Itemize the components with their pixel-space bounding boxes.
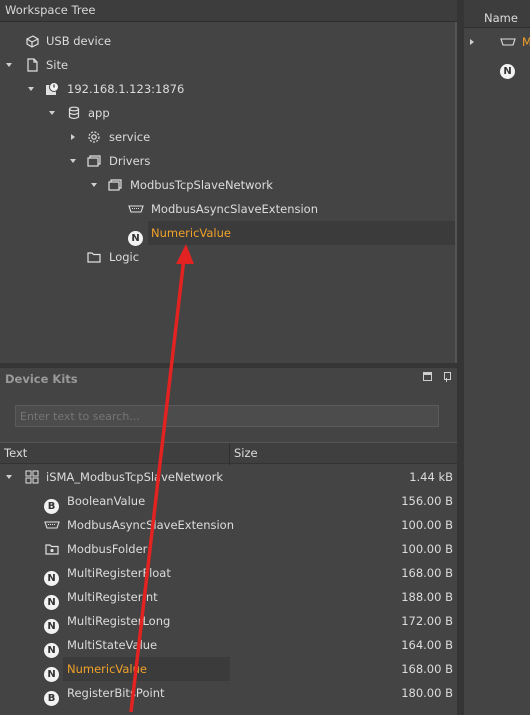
folder-icon: [86, 249, 102, 265]
kit-item-multi-register-float[interactable]: N MultiRegisterFloat 168.00 B: [0, 561, 457, 586]
chevron-down-icon[interactable]: [6, 63, 12, 67]
boolean-badge-icon: B: [44, 685, 60, 706]
workspace-tree-header: Workspace Tree: [0, 0, 457, 22]
tree-item-label: Site: [46, 58, 69, 72]
kit-item-label: MultiRegisterLong: [67, 614, 171, 628]
tree-item-logic[interactable]: Logic: [0, 245, 455, 269]
property-panel: Name M N: [464, 0, 530, 715]
kit-item-label: BooleanValue: [67, 494, 146, 508]
kit-item-label: NumericValue: [63, 657, 230, 681]
kit-item-size: 172.00 B: [401, 614, 453, 628]
size-column-header[interactable]: Size: [229, 443, 258, 465]
chevron-right-icon[interactable]: [71, 134, 75, 140]
tree-item-label: service: [109, 130, 151, 144]
kit-item-multi-register-int[interactable]: N MultiRegisterInt 188.00 B: [0, 585, 457, 610]
tree-item-service[interactable]: service: [0, 125, 455, 149]
tree-item-app[interactable]: app: [0, 101, 455, 125]
tree-item-label: NumericValue: [148, 221, 455, 245]
tree-item-label: ModbusAsyncSlaveExtension: [151, 202, 318, 216]
kit-item-size: 168.00 B: [401, 566, 453, 580]
kit-item-size: 188.00 B: [401, 590, 453, 604]
kit-item-label: MultiRegisterFloat: [67, 566, 171, 580]
tree-item-modbus-extension[interactable]: ModbusAsyncSlaveExtension: [0, 197, 455, 221]
tree-item-label: 192.168.1.123:1876: [67, 82, 185, 96]
kit-item-size: 164.00 B: [401, 638, 453, 652]
tree-item-numeric-value[interactable]: N NumericValue: [0, 221, 455, 246]
kit-grid-icon: [24, 469, 40, 485]
numeric-badge-icon: N: [128, 225, 144, 246]
network-icon: [107, 177, 123, 193]
kits-search-input[interactable]: [15, 405, 439, 427]
kit-item-size: 156.00 B: [401, 494, 453, 508]
workspace-tree-title: Workspace Tree: [5, 3, 96, 17]
chevron-down-icon[interactable]: [6, 475, 12, 479]
tree-item-label: ModbusTcpSlaveNetwork: [130, 178, 273, 192]
chevron-right-icon[interactable]: [470, 39, 474, 45]
name-column-header[interactable]: Name: [464, 8, 530, 28]
tree-item-label: Drivers: [109, 154, 151, 168]
chevron-down-icon[interactable]: [70, 159, 76, 163]
serial-port-icon: [128, 201, 144, 217]
numeric-badge-icon: N: [44, 661, 60, 682]
kit-item-modbus-async-extension[interactable]: ModbusAsyncSlaveExtension 100.00 B: [0, 513, 457, 537]
tree-item-usb-device[interactable]: USB device: [0, 29, 455, 53]
document-icon: [24, 57, 40, 73]
serial-port-icon: [500, 34, 516, 50]
kit-item-multi-state-value[interactable]: N MultiStateValue 164.00 B: [0, 633, 457, 658]
kit-item-boolean-value[interactable]: B BooleanValue 156.00 B: [0, 489, 457, 514]
chevron-down-icon[interactable]: [49, 111, 55, 115]
folder-icon: [44, 541, 60, 557]
kit-item-label: RegisterBitsPoint: [67, 686, 165, 700]
numeric-badge-icon: N: [44, 565, 60, 586]
chevron-down-icon[interactable]: [91, 183, 97, 187]
kit-item-register-bits-point[interactable]: B RegisterBitsPoint 180.00 B: [0, 681, 457, 706]
right-row-modbus[interactable]: M: [464, 30, 530, 54]
kit-row[interactable]: iSMA_ModbusTcpSlaveNetwork 1.44 kB: [0, 465, 457, 489]
kit-item-size: 180.00 B: [401, 686, 453, 700]
kit-item-numeric-value[interactable]: N NumericValue 168.00 B: [0, 657, 457, 682]
device-kits-title: Device Kits: [5, 372, 78, 386]
usb-device-icon: [24, 33, 40, 49]
kit-size: 1.44 kB: [409, 470, 453, 484]
kit-item-label: MultiStateValue: [67, 638, 158, 652]
pin-icon[interactable]: [442, 372, 451, 382]
maximize-icon[interactable]: [423, 372, 432, 381]
kit-label: iSMA_ModbusTcpSlaveNetwork: [46, 470, 224, 484]
tree-item-drivers[interactable]: Drivers: [0, 149, 455, 173]
kit-item-size: 168.00 B: [401, 662, 453, 676]
drivers-icon: [86, 153, 102, 169]
tree-item-device[interactable]: 192.168.1.123:1876: [0, 77, 455, 101]
right-row-numeric[interactable]: N: [464, 54, 530, 79]
kit-item-multi-register-long[interactable]: N MultiRegisterLong 172.00 B: [0, 609, 457, 634]
numeric-badge-icon: N: [44, 637, 60, 658]
chevron-down-icon[interactable]: [28, 87, 34, 91]
right-row-label: M: [522, 35, 530, 49]
text-column-header[interactable]: Text: [0, 443, 27, 465]
numeric-badge-icon: N: [44, 613, 60, 634]
tree-item-site[interactable]: Site: [0, 53, 455, 77]
numeric-badge-icon: N: [44, 589, 60, 610]
right-panel-top-strip: [464, 0, 530, 8]
kit-item-modbus-folder[interactable]: ModbusFolder 100.00 B: [0, 537, 457, 561]
kit-item-label: MultiRegisterInt: [67, 590, 158, 604]
database-icon: [66, 105, 82, 121]
device-connected-icon: [44, 81, 60, 97]
device-kits-header: Device Kits: [0, 368, 457, 390]
tree-item-modbus-network[interactable]: ModbusTcpSlaveNetwork: [0, 173, 455, 197]
tree-item-label: USB device: [46, 34, 112, 48]
boolean-badge-icon: B: [44, 493, 60, 514]
kit-item-label: ModbusAsyncSlaveExtension: [67, 518, 234, 532]
kit-item-label: ModbusFolder: [67, 542, 148, 556]
workspace-tree-panel: Workspace Tree USB device Site 192.168.1…: [0, 0, 457, 363]
gear-icon: [86, 129, 102, 145]
kits-column-headers: Text Size: [0, 442, 457, 465]
serial-port-icon: [44, 517, 60, 533]
kit-item-size: 100.00 B: [401, 518, 453, 532]
kit-item-size: 100.00 B: [401, 542, 453, 556]
vertical-splitter[interactable]: [457, 0, 464, 715]
numeric-badge-icon: N: [500, 58, 516, 79]
tree-item-label: Logic: [109, 250, 140, 264]
tree-item-label: app: [88, 106, 110, 120]
